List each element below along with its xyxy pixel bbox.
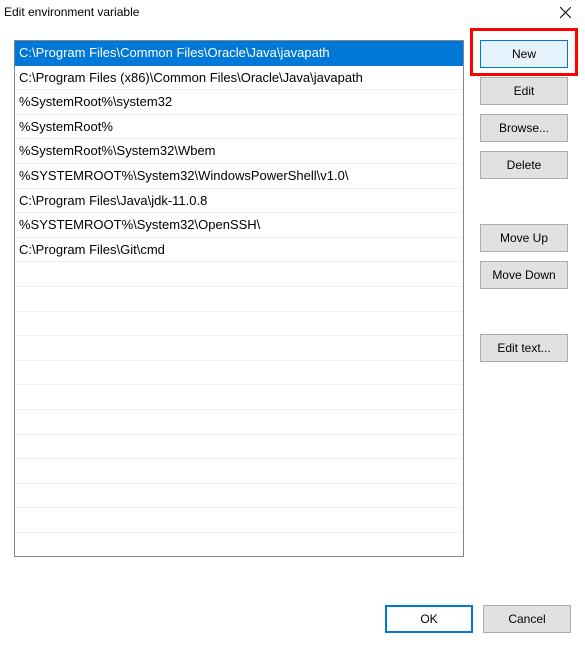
list-item[interactable]: [15, 435, 463, 460]
list-item[interactable]: [15, 484, 463, 509]
move-up-button[interactable]: Move Up: [480, 224, 568, 252]
move-down-button[interactable]: Move Down: [480, 261, 568, 289]
new-button[interactable]: New: [480, 40, 568, 68]
list-item[interactable]: [15, 533, 463, 557]
spacer: [480, 298, 568, 334]
list-item[interactable]: %SystemRoot%\system32: [15, 90, 463, 115]
spacer: [480, 188, 568, 224]
list-item[interactable]: %SYSTEMROOT%\System32\WindowsPowerShell\…: [15, 164, 463, 189]
list-item[interactable]: [15, 508, 463, 533]
edit-button[interactable]: Edit: [480, 77, 568, 105]
list-item[interactable]: %SystemRoot%: [15, 115, 463, 140]
list-item[interactable]: [15, 410, 463, 435]
ok-button[interactable]: OK: [385, 605, 473, 633]
list-item[interactable]: C:\Program Files\Java\jdk-11.0.8: [15, 189, 463, 214]
list-item[interactable]: [15, 336, 463, 361]
list-item[interactable]: %SYSTEMROOT%\System32\OpenSSH\: [15, 213, 463, 238]
list-item[interactable]: [15, 361, 463, 386]
list-item[interactable]: [15, 262, 463, 287]
dialog-content: C:\Program Files\Common Files\Oracle\Jav…: [0, 24, 585, 571]
list-item[interactable]: [15, 459, 463, 484]
window-title: Edit environment variable: [4, 5, 139, 19]
button-column: New Edit Browse... Delete Move Up Move D…: [480, 40, 568, 557]
delete-button[interactable]: Delete: [480, 151, 568, 179]
cancel-button[interactable]: Cancel: [483, 605, 571, 633]
close-icon: [560, 7, 571, 18]
list-item[interactable]: %SystemRoot%\System32\Wbem: [15, 139, 463, 164]
titlebar: Edit environment variable: [0, 0, 585, 24]
list-item[interactable]: [15, 385, 463, 410]
edit-text-button[interactable]: Edit text...: [480, 334, 568, 362]
path-listbox[interactable]: C:\Program Files\Common Files\Oracle\Jav…: [14, 40, 464, 557]
close-button[interactable]: [545, 0, 585, 24]
list-item[interactable]: C:\Program Files\Git\cmd: [15, 238, 463, 263]
list-item[interactable]: C:\Program Files (x86)\Common Files\Orac…: [15, 66, 463, 91]
list-item[interactable]: [15, 312, 463, 337]
dialog-footer: OK Cancel: [385, 605, 571, 633]
list-item[interactable]: [15, 287, 463, 312]
browse-button[interactable]: Browse...: [480, 114, 568, 142]
list-item[interactable]: C:\Program Files\Common Files\Oracle\Jav…: [15, 41, 463, 66]
